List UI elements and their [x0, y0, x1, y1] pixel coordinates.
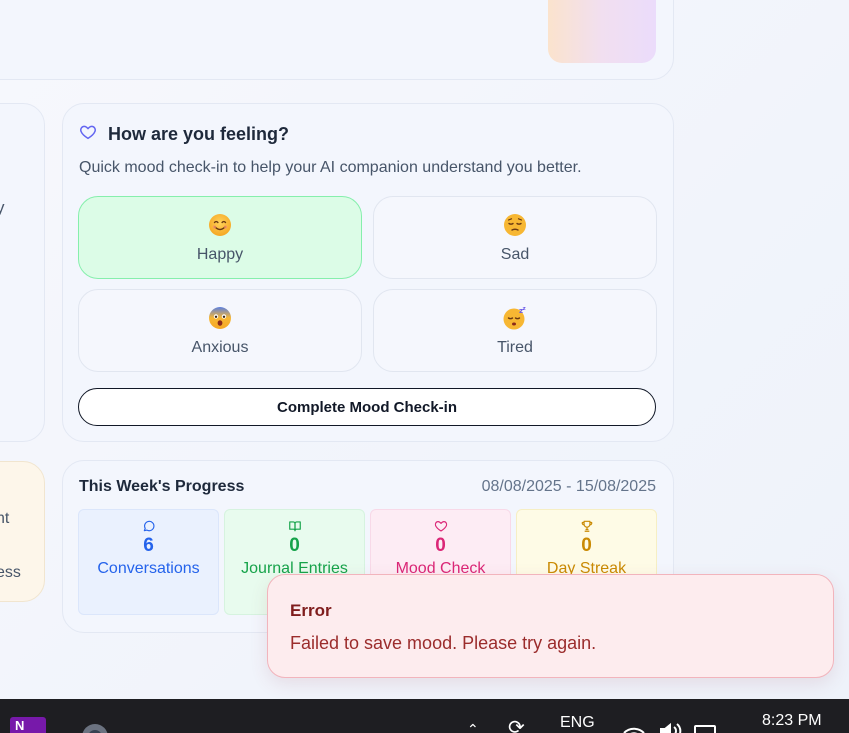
error-toast[interactable]: Error Failed to save mood. Please try ag…: [267, 574, 834, 678]
svg-text:z: z: [523, 306, 526, 312]
chat-bubble-icon: [143, 520, 154, 532]
taskbar: N ⌃ ⟳ ENG 8:23 PM: [0, 699, 849, 733]
heart-icon: [79, 123, 97, 146]
input-language-indicator[interactable]: ENG: [560, 714, 595, 732]
stat-value: 6: [143, 535, 154, 556]
error-toast-message: Failed to save mood. Please try again.: [290, 633, 597, 653]
left-panel-2-text-fragment: nt: [0, 510, 10, 527]
top-gradient-tile: [548, 0, 656, 63]
heart-icon: [434, 521, 447, 532]
mood-option-label: Happy: [196, 245, 244, 263]
mood-option-tired[interactable]: z z Tired: [373, 289, 657, 372]
mood-card-subtitle: Quick mood check-in to help your AI comp…: [79, 159, 582, 176]
stat-value: 0: [289, 535, 300, 556]
onenote-letter: N: [15, 718, 25, 733]
mood-option-happy[interactable]: Happy: [78, 196, 362, 279]
trophy-icon: [581, 520, 592, 532]
left-panel-2-text-fragment: ess: [0, 564, 21, 581]
mood-card-header: How are you feeling?: [79, 123, 289, 146]
stat-value: 0: [435, 535, 446, 556]
mood-option-anxious[interactable]: Anxious: [78, 289, 362, 372]
mood-card-title: How are you feeling?: [108, 124, 290, 144]
settings-gear-icon[interactable]: [76, 715, 114, 733]
left-panel-text-fragment: y: [0, 198, 5, 217]
mood-option-label: Sad: [500, 245, 530, 263]
smiling-face-icon: [209, 213, 231, 236]
mood-option-label: Tired: [497, 338, 533, 356]
progress-date-range: 08/08/2025 - 15/08/2025: [481, 478, 656, 495]
taskbar-clock[interactable]: 8:23 PM: [762, 712, 822, 730]
complete-mood-checkin-button[interactable]: Complete Mood Check-in: [78, 388, 656, 426]
onenote-app-icon[interactable]: N: [10, 717, 46, 733]
progress-title: This Week's Progress: [79, 478, 245, 495]
battery-icon[interactable]: [694, 725, 716, 733]
stat-tile-conversations: 6 Conversations: [78, 509, 219, 615]
show-hidden-icons-chevron-icon[interactable]: ⌃: [467, 721, 479, 733]
book-icon: [288, 521, 301, 532]
fearful-face-icon: [209, 306, 231, 329]
pensive-face-icon: [504, 213, 526, 236]
stat-value: 0: [581, 535, 592, 556]
mood-option-label: Anxious: [191, 338, 249, 356]
sync-icon[interactable]: ⟳: [508, 715, 525, 733]
sleeping-face-icon: z z: [503, 306, 526, 329]
error-toast-title: Error: [290, 601, 332, 620]
stat-label: Conversations: [97, 560, 200, 577]
volume-icon[interactable]: [658, 721, 684, 733]
left-panel-cropped: [0, 103, 45, 442]
wifi-icon[interactable]: [621, 721, 647, 733]
mood-option-sad[interactable]: Sad: [373, 196, 657, 279]
